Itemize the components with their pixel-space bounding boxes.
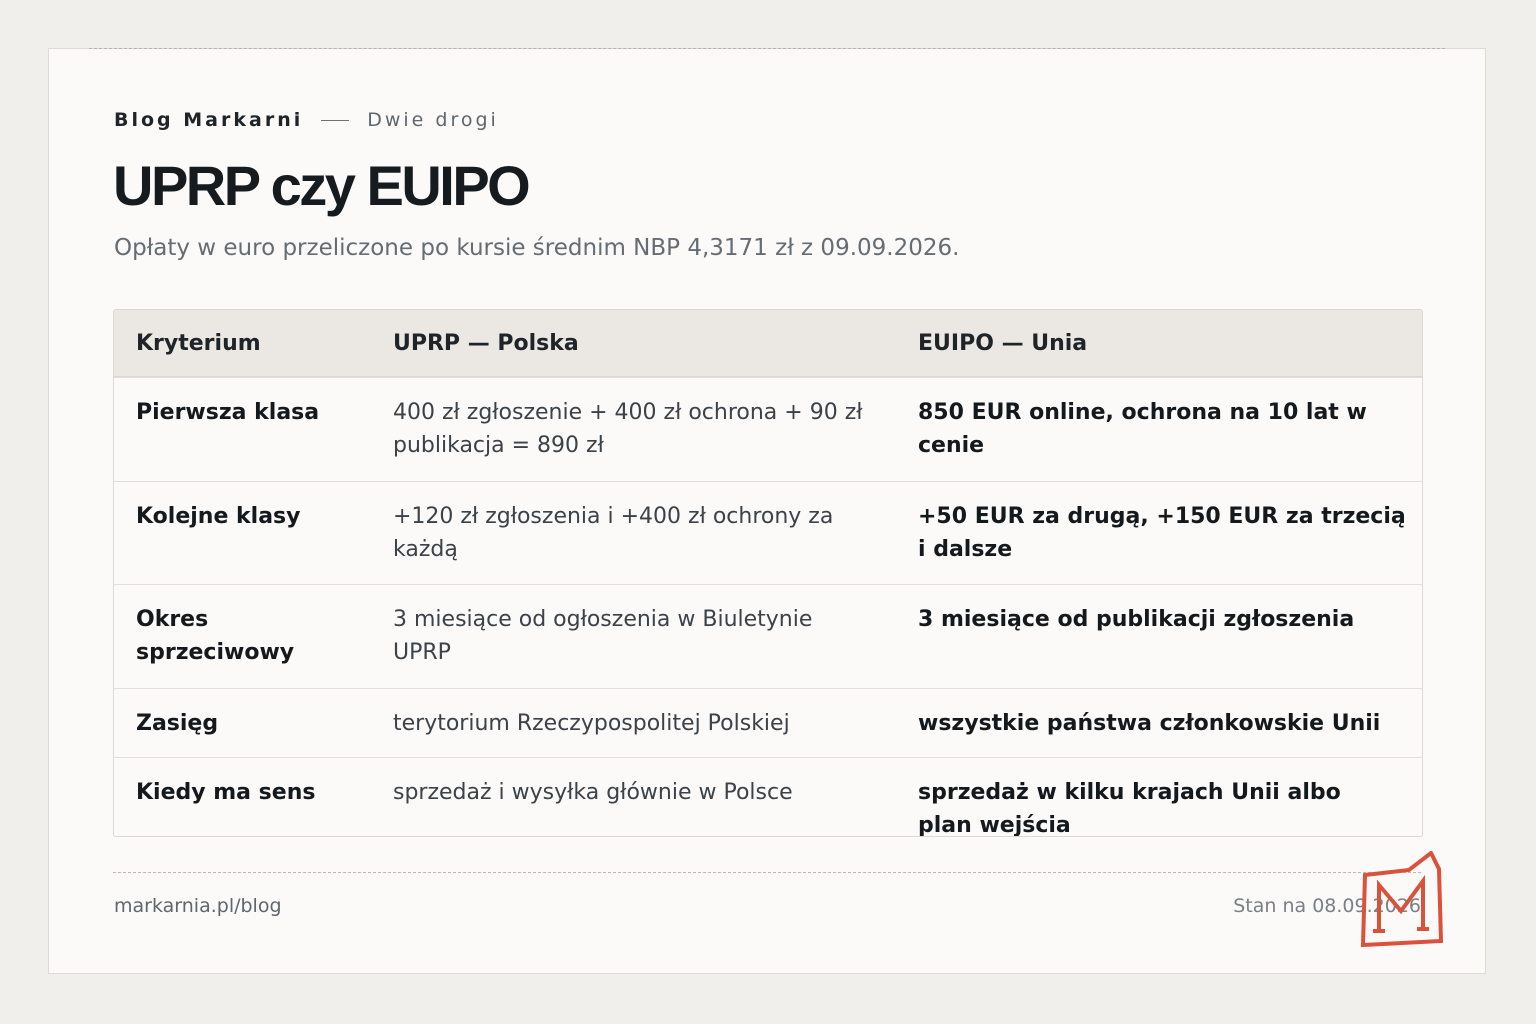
comparison-table: Kryterium UPRP — Polska EUIPO — Unia Pie… bbox=[113, 309, 1423, 837]
blog-brand: Blog Markarni bbox=[114, 109, 304, 131]
row-euipo-value: sprzedaż w kilku krajach Unii albo plan … bbox=[918, 780, 1341, 837]
row-uprp-value: sprzedaż i wysyłka głównie w Polsce bbox=[393, 780, 793, 805]
row-euipo-value: wszystkie państwa członkowskie Unii bbox=[918, 711, 1381, 736]
section-label: Dwie drogi bbox=[367, 109, 499, 131]
page-subtitle: Opłaty w euro przeliczone po kursie śred… bbox=[114, 235, 960, 261]
article-card: Blog Markarni Dwie drogi UPRP czy EUIPO … bbox=[48, 48, 1486, 974]
row-criterion: Kolejne klasy bbox=[136, 504, 301, 529]
column-header-uprp: UPRP — Polska bbox=[393, 331, 579, 356]
footer-url-link[interactable]: markarnia.pl/blog bbox=[114, 895, 282, 917]
kicker: Blog Markarni Dwie drogi bbox=[114, 109, 499, 131]
row-criterion: Pierwsza klasa bbox=[136, 400, 320, 425]
table-row: Okres sprzeciwowy 3 miesiące od ogłoszen… bbox=[114, 584, 1422, 688]
top-divider bbox=[89, 48, 1445, 49]
kicker-divider bbox=[321, 119, 350, 121]
page-title: UPRP czy EUIPO bbox=[113, 154, 531, 217]
row-criterion: Zasięg bbox=[136, 711, 219, 736]
table-header-row: Kryterium UPRP — Polska EUIPO — Unia bbox=[114, 310, 1422, 377]
row-uprp-value: 400 zł zgłoszenie + 400 zł ochrona + 90 … bbox=[393, 400, 863, 458]
table-row: Kiedy ma sens sprzedaż i wysyłka głównie… bbox=[114, 757, 1422, 837]
row-euipo-value: 850 EUR online, ochrona na 10 lat w ceni… bbox=[918, 400, 1367, 458]
row-euipo-value: +50 EUR za drugą, +150 EUR za trzecią i … bbox=[918, 504, 1406, 562]
table-row: Pierwsza klasa 400 zł zgłoszenie + 400 z… bbox=[114, 377, 1422, 481]
table-row: Zasięg terytorium Rzeczypospolitej Polsk… bbox=[114, 688, 1422, 757]
row-criterion: Okres sprzeciwowy bbox=[136, 607, 295, 665]
column-header-criterion: Kryterium bbox=[136, 331, 261, 356]
table-row: Kolejne klasy +120 zł zgłoszenia i +400 … bbox=[114, 481, 1422, 584]
row-uprp-value: 3 miesiące od ogłoszenia w Biuletynie UP… bbox=[393, 607, 813, 665]
column-header-euipo: EUIPO — Unia bbox=[918, 331, 1088, 356]
row-euipo-value: 3 miesiące od publikacji zgłoszenia bbox=[918, 607, 1355, 632]
markarnia-logo-icon bbox=[1360, 851, 1444, 948]
row-criterion: Kiedy ma sens bbox=[136, 780, 316, 805]
row-uprp-value: terytorium Rzeczypospolitej Polskiej bbox=[393, 711, 790, 736]
footer-divider bbox=[113, 872, 1421, 873]
row-uprp-value: +120 zł zgłoszenia i +400 zł ochrony za … bbox=[393, 504, 834, 562]
